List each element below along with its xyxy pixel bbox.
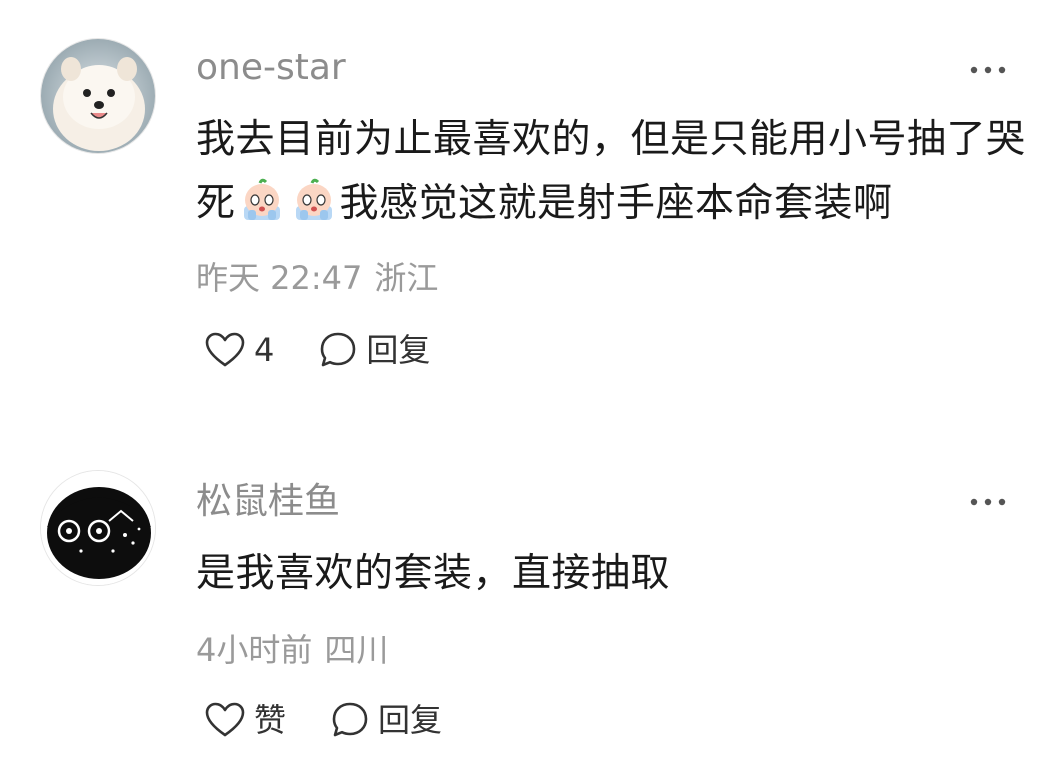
comment-time: 昨天 22:47: [196, 259, 363, 297]
like-label: 赞: [254, 701, 287, 739]
username[interactable]: one-star: [196, 46, 346, 90]
comment-meta: 4小时前 四川: [196, 630, 388, 670]
more-options-button[interactable]: [968, 492, 1008, 512]
comment-meta: 昨天 22:47 浙江: [196, 258, 438, 298]
crying-face-emoji-icon: [238, 176, 286, 224]
comment-item: 松鼠桂鱼 是我喜欢的套装，直接抽取 4小时前 四川 赞 回复: [0, 440, 1052, 770]
heart-outline-icon: [205, 702, 245, 737]
speech-bubble-icon: [332, 702, 368, 737]
dark-cartoon-avatar-icon: [41, 471, 155, 585]
comment-text: 是我喜欢的套装，直接抽取: [196, 551, 671, 596]
pomeranian-avatar-icon: [41, 39, 155, 153]
like-count: 4: [254, 331, 275, 369]
heart-outline-icon: [205, 332, 245, 367]
comment-actions: 赞 回复: [204, 698, 442, 742]
comment-text-part2: 我感觉这就是射手座本命套装啊: [339, 181, 893, 226]
like-button[interactable]: 赞: [204, 698, 286, 742]
reply-label: 回复: [378, 701, 443, 739]
comment-location: 四川: [324, 631, 389, 669]
reply-label: 回复: [366, 331, 431, 369]
comment-actions: 4 回复: [204, 328, 430, 372]
speech-bubble-icon: [321, 332, 356, 367]
comment-location: 浙江: [374, 259, 439, 297]
more-dots-icon: [970, 66, 1006, 74]
avatar[interactable]: [40, 470, 156, 586]
avatar[interactable]: [40, 38, 156, 154]
crying-face-emoji-icon: [290, 176, 338, 224]
reply-button[interactable]: 回复: [318, 328, 430, 372]
more-options-button[interactable]: [968, 60, 1008, 80]
comment-item: one-star 我去目前为止最喜欢的，但是只能用小号抽了哭死 我感觉这就是射手座…: [0, 0, 1052, 420]
comment-time: 4小时前: [196, 631, 313, 669]
reply-button[interactable]: 回复: [330, 698, 442, 742]
username[interactable]: 松鼠桂鱼: [196, 480, 340, 524]
comment-text: 我去目前为止最喜欢的，但是只能用小号抽了哭死 我感觉这就是射手座本命套装啊: [196, 108, 1026, 236]
more-dots-icon: [970, 498, 1006, 506]
like-button[interactable]: 4: [204, 328, 274, 372]
